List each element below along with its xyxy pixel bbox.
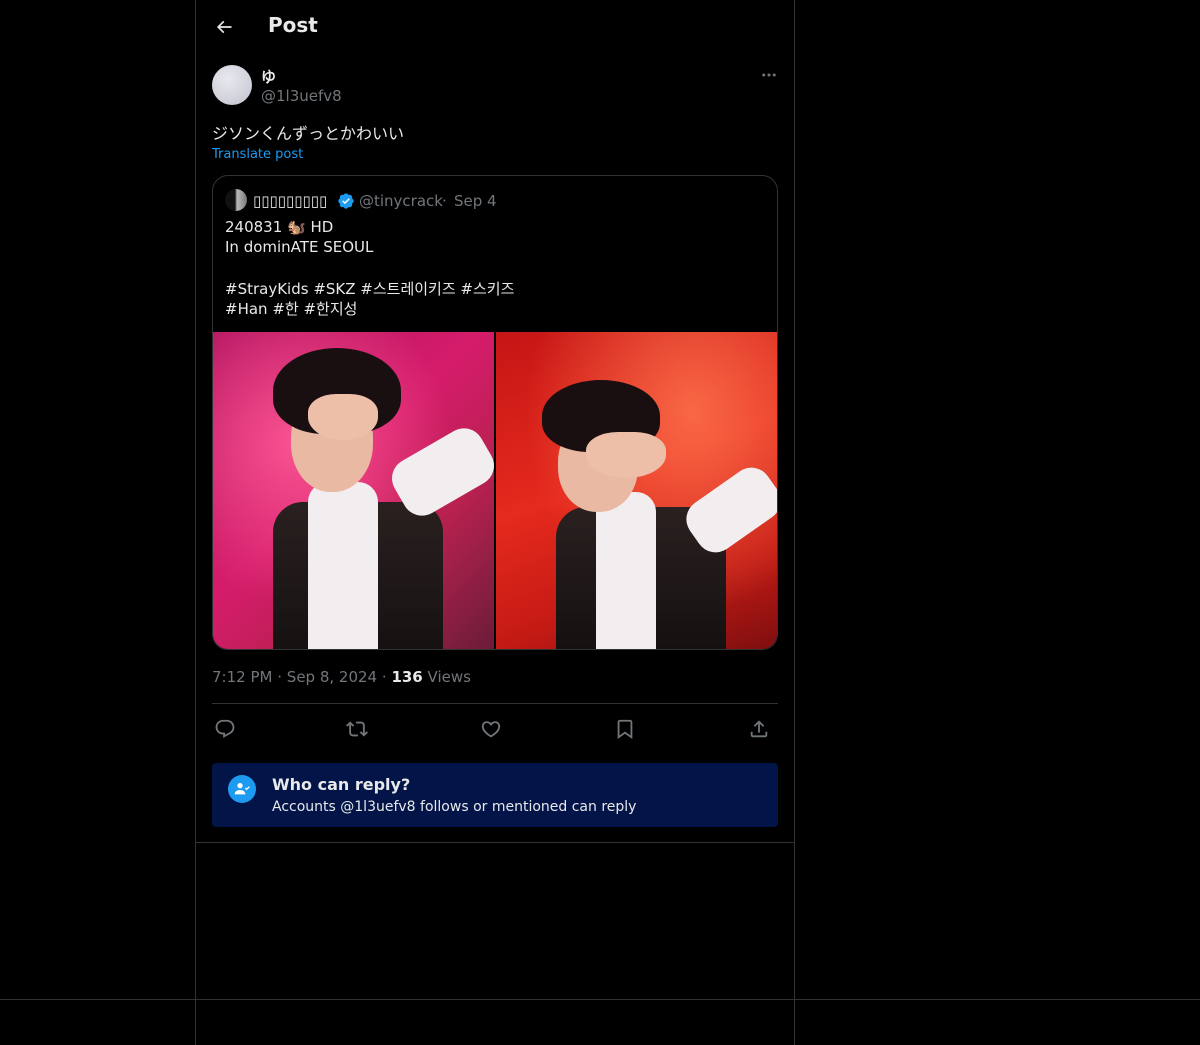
quoted-handle[interactable]: @tinycrack: [359, 192, 443, 210]
post-bottom-divider: [196, 842, 794, 843]
quoted-text-line: #Han #한 #한지성: [225, 300, 358, 318]
quoted-text-line: 240831 🐿️ HD: [225, 218, 334, 236]
divider: [212, 703, 778, 704]
bookmark-button[interactable]: [612, 716, 638, 742]
media-photo[interactable]: [496, 332, 777, 649]
repost-icon: [346, 721, 368, 737]
post-text: ジソンくんずっとかわいい: [212, 124, 405, 143]
more-horizontal-icon: [762, 73, 776, 77]
back-button[interactable]: [208, 11, 240, 43]
reply-restriction-title: Who can reply?: [272, 775, 411, 794]
quoted-text-line: In dominATE SEOUL: [225, 238, 374, 256]
quoted-post-card[interactable]: ▯▯▯▯▯▯▯▯▯ @tinycrack · Sep 4 240831 🐿️ H…: [212, 175, 778, 650]
meta-separator: ·: [381, 668, 387, 686]
verified-badge-icon: [338, 193, 354, 209]
post-column: Post ゆ @1l3uefv8 ジソンくんずっとかわいい Translate …: [195, 0, 795, 1045]
author-handle[interactable]: @1l3uefv8: [261, 87, 342, 105]
author-display-name[interactable]: ゆ: [261, 66, 276, 87]
photo-shape: [308, 394, 378, 440]
post-header: Post: [196, 0, 794, 54]
quoted-date[interactable]: Sep 4: [454, 192, 497, 210]
views-label: Views: [427, 668, 471, 686]
more-options-button[interactable]: [756, 66, 782, 84]
translate-post-link[interactable]: Translate post: [212, 147, 303, 162]
reply-restriction-subtitle: Accounts @1l3uefv8 follows or mentioned …: [272, 799, 637, 815]
meta-separator: ·: [277, 668, 283, 686]
post-action-bar: [212, 714, 778, 744]
quoted-media-grid: [213, 332, 777, 649]
page-title: Post: [268, 13, 318, 37]
reply-button[interactable]: [212, 716, 238, 742]
repost-button[interactable]: [344, 716, 370, 742]
reply-restriction-icon-badge: [228, 775, 256, 803]
post-date[interactable]: Sep 8, 2024: [287, 668, 377, 686]
heart-icon: [481, 721, 501, 738]
share-icon: [750, 720, 768, 738]
post-time[interactable]: 7:12 PM: [212, 668, 272, 686]
page-bottom-divider: [0, 999, 1200, 1000]
quoted-avatar[interactable]: [225, 189, 247, 211]
like-button[interactable]: [478, 716, 504, 742]
media-photo[interactable]: [213, 332, 494, 649]
quoted-separator: ·: [442, 192, 447, 210]
reply-icon: [215, 719, 235, 738]
bookmark-icon: [617, 719, 633, 740]
arrow-left-icon: [216, 20, 232, 34]
avatar[interactable]: [212, 65, 252, 105]
user-mention-icon: [234, 783, 250, 795]
quoted-display-name[interactable]: ▯▯▯▯▯▯▯▯▯: [253, 192, 327, 210]
photo-shape: [308, 482, 378, 649]
post-metadata: 7:12 PM · Sep 8, 2024 · 136 Views: [212, 668, 471, 686]
reply-restriction-notice: Who can reply? Accounts @1l3uefv8 follow…: [212, 763, 778, 827]
photo-shape: [586, 432, 666, 478]
views-count[interactable]: 136: [391, 668, 422, 686]
quoted-text-line: #StrayKids #SKZ #스트레이키즈 #스키즈: [225, 280, 515, 298]
photo-shape: [596, 492, 656, 649]
share-button[interactable]: [746, 716, 772, 742]
